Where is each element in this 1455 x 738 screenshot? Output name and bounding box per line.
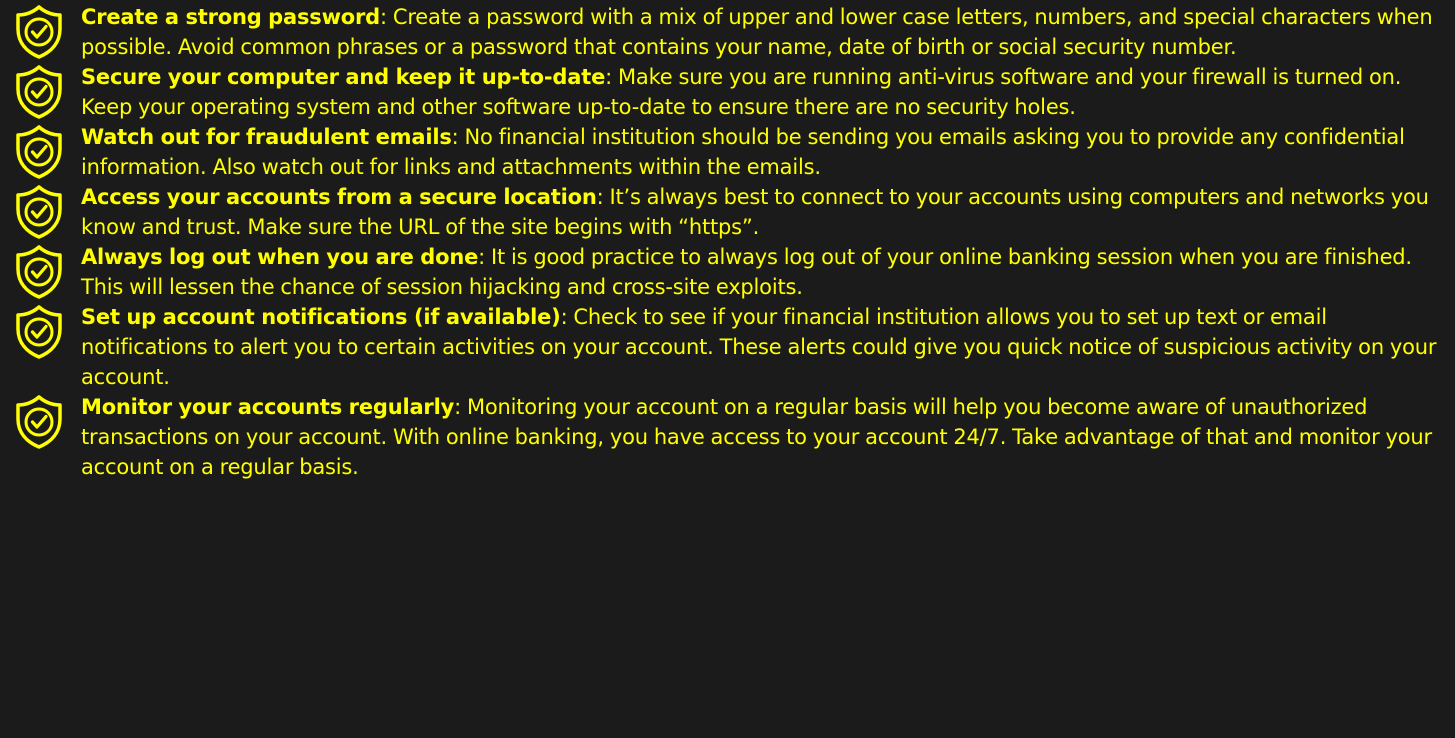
tip-separator: : xyxy=(451,125,459,149)
security-tips-list: Create a strong password: Create a passw… xyxy=(0,2,1455,482)
tip-title: Watch out for fraudulent emails xyxy=(81,125,452,149)
tip-title: Set up account notifications (if availab… xyxy=(81,305,561,329)
tip-account-notifications: Set up account notifications (if availab… xyxy=(0,302,1455,392)
tip-fraudulent-emails: Watch out for fraudulent emails: No fina… xyxy=(0,122,1455,182)
shield-check-icon xyxy=(16,185,62,239)
shield-check-icon xyxy=(16,125,62,179)
tip-separator: : xyxy=(454,395,461,419)
shield-check-icon xyxy=(16,65,62,119)
tip-title: Always log out when you are done xyxy=(81,245,479,269)
shield-check-icon xyxy=(16,305,62,359)
tip-log-out: Always log out when you are done: It is … xyxy=(0,242,1455,302)
tip-separator: : xyxy=(605,65,612,89)
tip-secure-location: Access your accounts from a secure locat… xyxy=(0,182,1455,242)
tip-monitor-accounts: Monitor your accounts regularly: Monitor… xyxy=(0,392,1455,482)
tip-separator: : xyxy=(380,5,387,29)
shield-check-icon xyxy=(16,395,62,449)
tip-title: Access your accounts from a secure locat… xyxy=(81,185,597,209)
shield-check-icon xyxy=(16,5,62,59)
tip-secure-computer: Secure your computer and keep it up-to-d… xyxy=(0,62,1455,122)
shield-check-icon xyxy=(16,245,62,299)
tip-title: Secure your computer and keep it up-to-d… xyxy=(81,65,606,89)
tip-title: Monitor your accounts regularly xyxy=(81,395,455,419)
tip-title: Create a strong password xyxy=(81,5,380,29)
tip-separator: : xyxy=(478,245,486,269)
tip-strong-password: Create a strong password: Create a passw… xyxy=(0,2,1455,62)
